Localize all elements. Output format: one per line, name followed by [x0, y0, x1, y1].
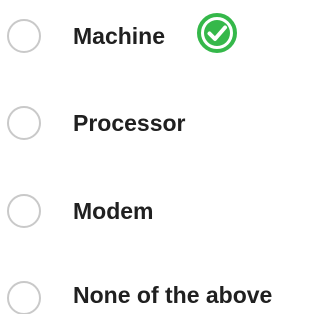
option-label: Processor [73, 110, 186, 136]
radio-button[interactable] [7, 281, 41, 314]
radio-button[interactable] [7, 106, 41, 140]
check-circle-icon [195, 11, 239, 55]
option-label: None of the above [73, 282, 273, 308]
option-label: Machine [73, 23, 166, 49]
answer-options: Machine Processor Modem None of the abov… [0, 0, 329, 314]
option-label: Modem [73, 198, 154, 224]
radio-button[interactable] [7, 19, 41, 53]
radio-button[interactable] [7, 194, 41, 228]
